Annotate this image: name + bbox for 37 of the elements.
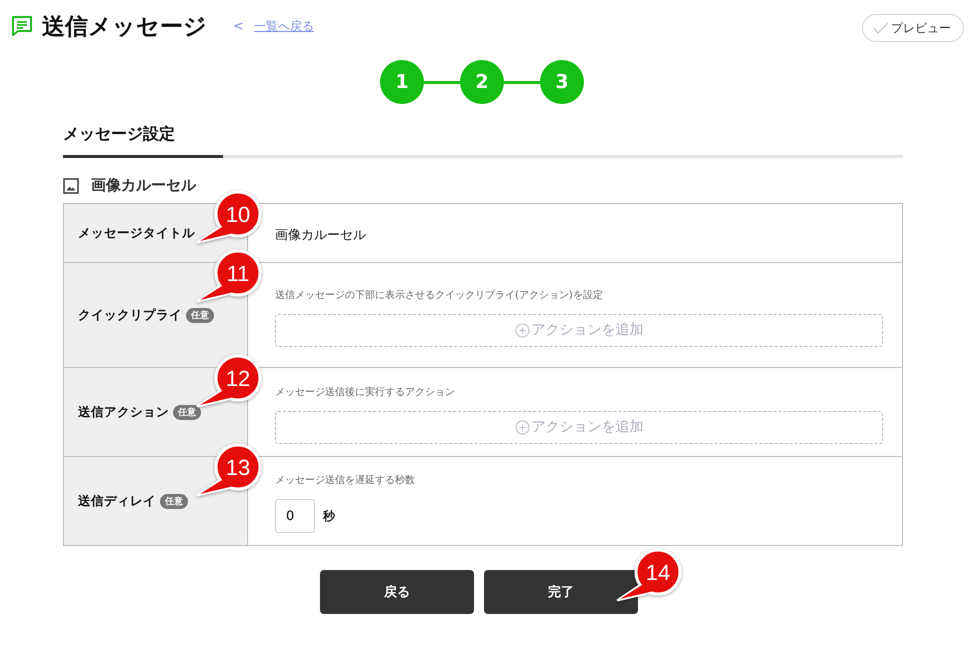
section-title: 画像カルーセル [91, 176, 196, 195]
callout-bubble [196, 444, 262, 496]
plus-icon [514, 322, 530, 338]
callout-number: 12 [226, 366, 250, 391]
settings-tab[interactable]: メッセージ設定 [63, 116, 223, 158]
callout-number: 14 [646, 560, 670, 585]
callout-bubble [196, 190, 262, 244]
callout-number: 10 [226, 202, 250, 227]
optional-badge: 任意 [186, 308, 214, 322]
image-icon [63, 178, 79, 194]
field-label: 送信アクション [78, 404, 169, 420]
field-hint: メッセージ送信後に実行するアクション [275, 386, 456, 398]
step-circle: 3 [540, 60, 584, 104]
check-icon [873, 22, 889, 34]
field-label: クイックリプライ [78, 306, 182, 324]
page-title: 送信メッセージ [42, 12, 207, 42]
optional-badge: 任意 [160, 494, 188, 508]
callout-number: 11 [226, 261, 250, 286]
field-hint: 送信メッセージの下部に表示させるクイックリプライ(アクション)を設定 [275, 288, 604, 302]
unit-label: 秒 [323, 508, 335, 524]
message-icon [10, 14, 34, 38]
callout-bubble [616, 548, 682, 602]
callout-bubble [196, 354, 262, 408]
delay-input[interactable]: 0 [275, 499, 315, 533]
field-label: 送信ディレイ [78, 492, 156, 510]
complete-button[interactable]: 完了 [484, 570, 638, 614]
optional-badge: 任意 [173, 404, 201, 420]
callout-number: 13 [226, 455, 250, 480]
field-hint: メッセージ送信を遅延する秒数 [275, 474, 416, 487]
title-value: 画像カルーセル [275, 227, 367, 244]
step-circle: 2 [460, 60, 504, 104]
back-button[interactable]: 戻る [320, 570, 474, 614]
field-label: メッセージタイトル [78, 224, 195, 242]
step-circle: 1 [380, 60, 424, 104]
callout-bubble [196, 250, 262, 302]
preview-button[interactable]: プレビュー [862, 14, 964, 42]
plus-icon [514, 420, 530, 434]
